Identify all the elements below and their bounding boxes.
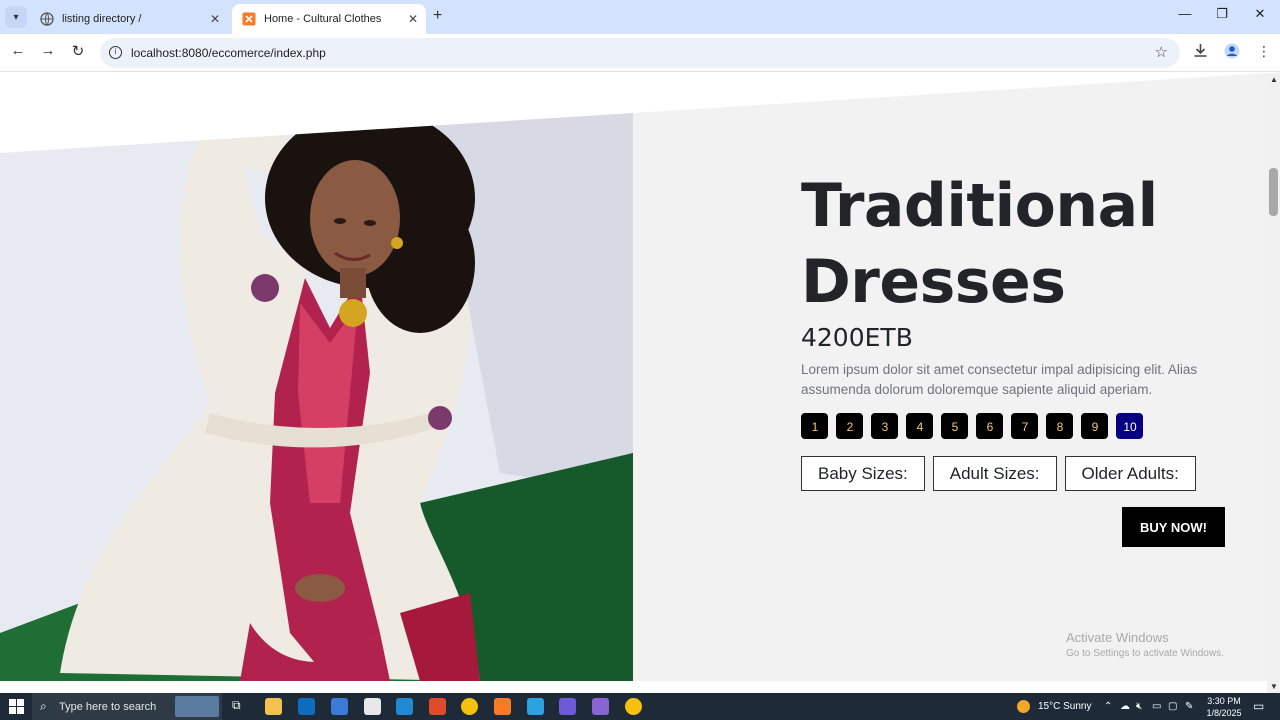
search-highlight-image-icon (175, 696, 219, 717)
browser-tab-strip: ▾ listing directory / ✕ Home - Cultural … (0, 0, 1280, 34)
quantity-selector: 1 2 3 4 5 6 7 8 9 10 (801, 413, 1151, 439)
menu-kebab-icon[interactable]: ⋮ (1257, 43, 1271, 60)
url-text[interactable]: localhost:8080/eccomerce/index.php (131, 46, 326, 60)
quantity-option-7[interactable]: 7 (1011, 413, 1038, 439)
address-bar[interactable]: i localhost:8080/eccomerce/index.php ☆ (100, 38, 1180, 68)
tray-chevron-icon[interactable]: ⌃ (1104, 701, 1112, 712)
taskbar-search-placeholder[interactable]: Type here to search (59, 701, 156, 713)
xampp-taskbar-icon[interactable] (494, 698, 511, 715)
pen-icon[interactable]: ✎ (1185, 701, 1193, 712)
page-viewport: Traditional Dresses 4200ETB Lorem ipsum … (0, 73, 1267, 681)
display-icon[interactable]: ▢ (1168, 701, 1177, 712)
scroll-thumb[interactable] (1269, 168, 1278, 216)
maximize-icon[interactable]: ❐ (1207, 6, 1237, 22)
buy-now-button[interactable]: BUY NOW! (1122, 507, 1225, 547)
bookmark-star-icon[interactable]: ☆ (1155, 43, 1168, 61)
battery-icon[interactable]: ▭ (1152, 701, 1161, 712)
back-icon[interactable]: ← (8, 42, 28, 59)
weather-widget[interactable]: 15°C Sunny (1017, 700, 1091, 713)
chrome-active-icon[interactable] (625, 698, 642, 715)
task-view-icon[interactable]: ⧉ (232, 698, 249, 715)
watermark-line-1: Activate Windows (1066, 630, 1169, 645)
notepad-icon[interactable] (364, 698, 381, 715)
outlook-icon[interactable] (298, 698, 315, 715)
scroll-down-icon[interactable]: ▼ (1270, 682, 1278, 691)
new-tab-icon[interactable]: + (433, 7, 442, 25)
older-adults-button[interactable]: Older Adults: (1064, 456, 1196, 491)
close-tab-icon[interactable]: ✕ (408, 12, 418, 26)
page-scrollbar[interactable]: ▲ ▼ (1267, 73, 1280, 693)
quantity-option-3[interactable]: 3 (871, 413, 898, 439)
site-info-icon[interactable]: i (109, 46, 122, 59)
chrome-icon[interactable] (461, 698, 478, 715)
quantity-option-9[interactable]: 9 (1081, 413, 1108, 439)
store-icon[interactable] (331, 698, 348, 715)
windows-start-icon[interactable] (9, 699, 24, 714)
volume-icon[interactable]: 🔇︎ (1136, 701, 1142, 712)
wps-office-icon[interactable] (429, 698, 446, 715)
watermark-line-2: Go to Settings to activate Windows. (1066, 648, 1224, 659)
search-icon: ⌕ (40, 699, 47, 713)
activate-windows-watermark: Activate Windows Go to Settings to activ… (1066, 630, 1224, 659)
tab-listing-directory[interactable]: listing directory / ✕ (30, 4, 228, 34)
browser-toolbar: ← → ↻ i localhost:8080/eccomerce/index.p… (0, 34, 1280, 72)
clock-time: 3:30 PM (1207, 696, 1241, 706)
taskbar-clock[interactable]: 3:30 PM 1/8/2025 (1202, 695, 1246, 719)
product-description: Lorem ipsum dolor sit amet consectetur i… (801, 362, 1198, 397)
profile-avatar-icon[interactable] (1224, 43, 1240, 62)
notifications-icon[interactable]: ▭ (1253, 699, 1264, 713)
download-icon[interactable] (1193, 43, 1208, 61)
vscode-icon[interactable] (396, 698, 413, 715)
quantity-option-10[interactable]: 10 (1116, 413, 1143, 439)
close-tab-icon[interactable]: ✕ (210, 12, 220, 26)
hero-diagonal-top (0, 73, 1267, 153)
size-selector: Baby Sizes: Adult Sizes: Older Adults: (801, 456, 1204, 491)
reload-icon[interactable]: ↻ (68, 42, 88, 60)
quantity-option-2[interactable]: 2 (836, 413, 863, 439)
file-explorer-icon[interactable] (265, 698, 282, 715)
quantity-option-4[interactable]: 4 (906, 413, 933, 439)
taskbar-search-box[interactable]: ⌕ Type here to search (32, 693, 222, 720)
adult-sizes-button[interactable]: Adult Sizes: (932, 456, 1057, 491)
app-icon[interactable] (592, 698, 609, 715)
globe-icon (40, 12, 54, 26)
tab-home-cultural-clothes[interactable]: Home - Cultural Clothes ✕ (232, 4, 426, 34)
quantity-option-1[interactable]: 1 (801, 413, 828, 439)
tab-title: listing directory / (62, 13, 142, 25)
minimize-icon[interactable]: — (1170, 6, 1200, 21)
telegram-icon[interactable] (527, 698, 544, 715)
baby-sizes-button[interactable]: Baby Sizes: (801, 456, 925, 491)
forward-icon[interactable]: → (38, 42, 58, 59)
sun-icon (1017, 700, 1030, 713)
xampp-icon (242, 12, 256, 26)
tab-search-dropdown-icon[interactable]: ▾ (5, 6, 27, 28)
scroll-up-icon[interactable]: ▲ (1270, 75, 1278, 84)
weather-text: 15°C Sunny (1038, 701, 1092, 712)
product-title: Traditional Dresses (801, 171, 1158, 317)
quantity-option-5[interactable]: 5 (941, 413, 968, 439)
quantity-option-6[interactable]: 6 (976, 413, 1003, 439)
quantity-option-8[interactable]: 8 (1046, 413, 1073, 439)
close-window-icon[interactable]: ✕ (1245, 6, 1275, 22)
product-price: 4200ETB (801, 323, 913, 352)
product-photo (0, 73, 633, 681)
tab-title: Home - Cultural Clothes (264, 13, 382, 25)
clock-date: 1/8/2025 (1206, 708, 1242, 718)
network-icon[interactable]: ☁ (1120, 701, 1130, 712)
windows-taskbar: ⌕ Type here to search ⧉ 15°C Sunny ⌃ ☁ 🔇… (0, 693, 1280, 720)
photos-icon[interactable] (559, 698, 576, 715)
